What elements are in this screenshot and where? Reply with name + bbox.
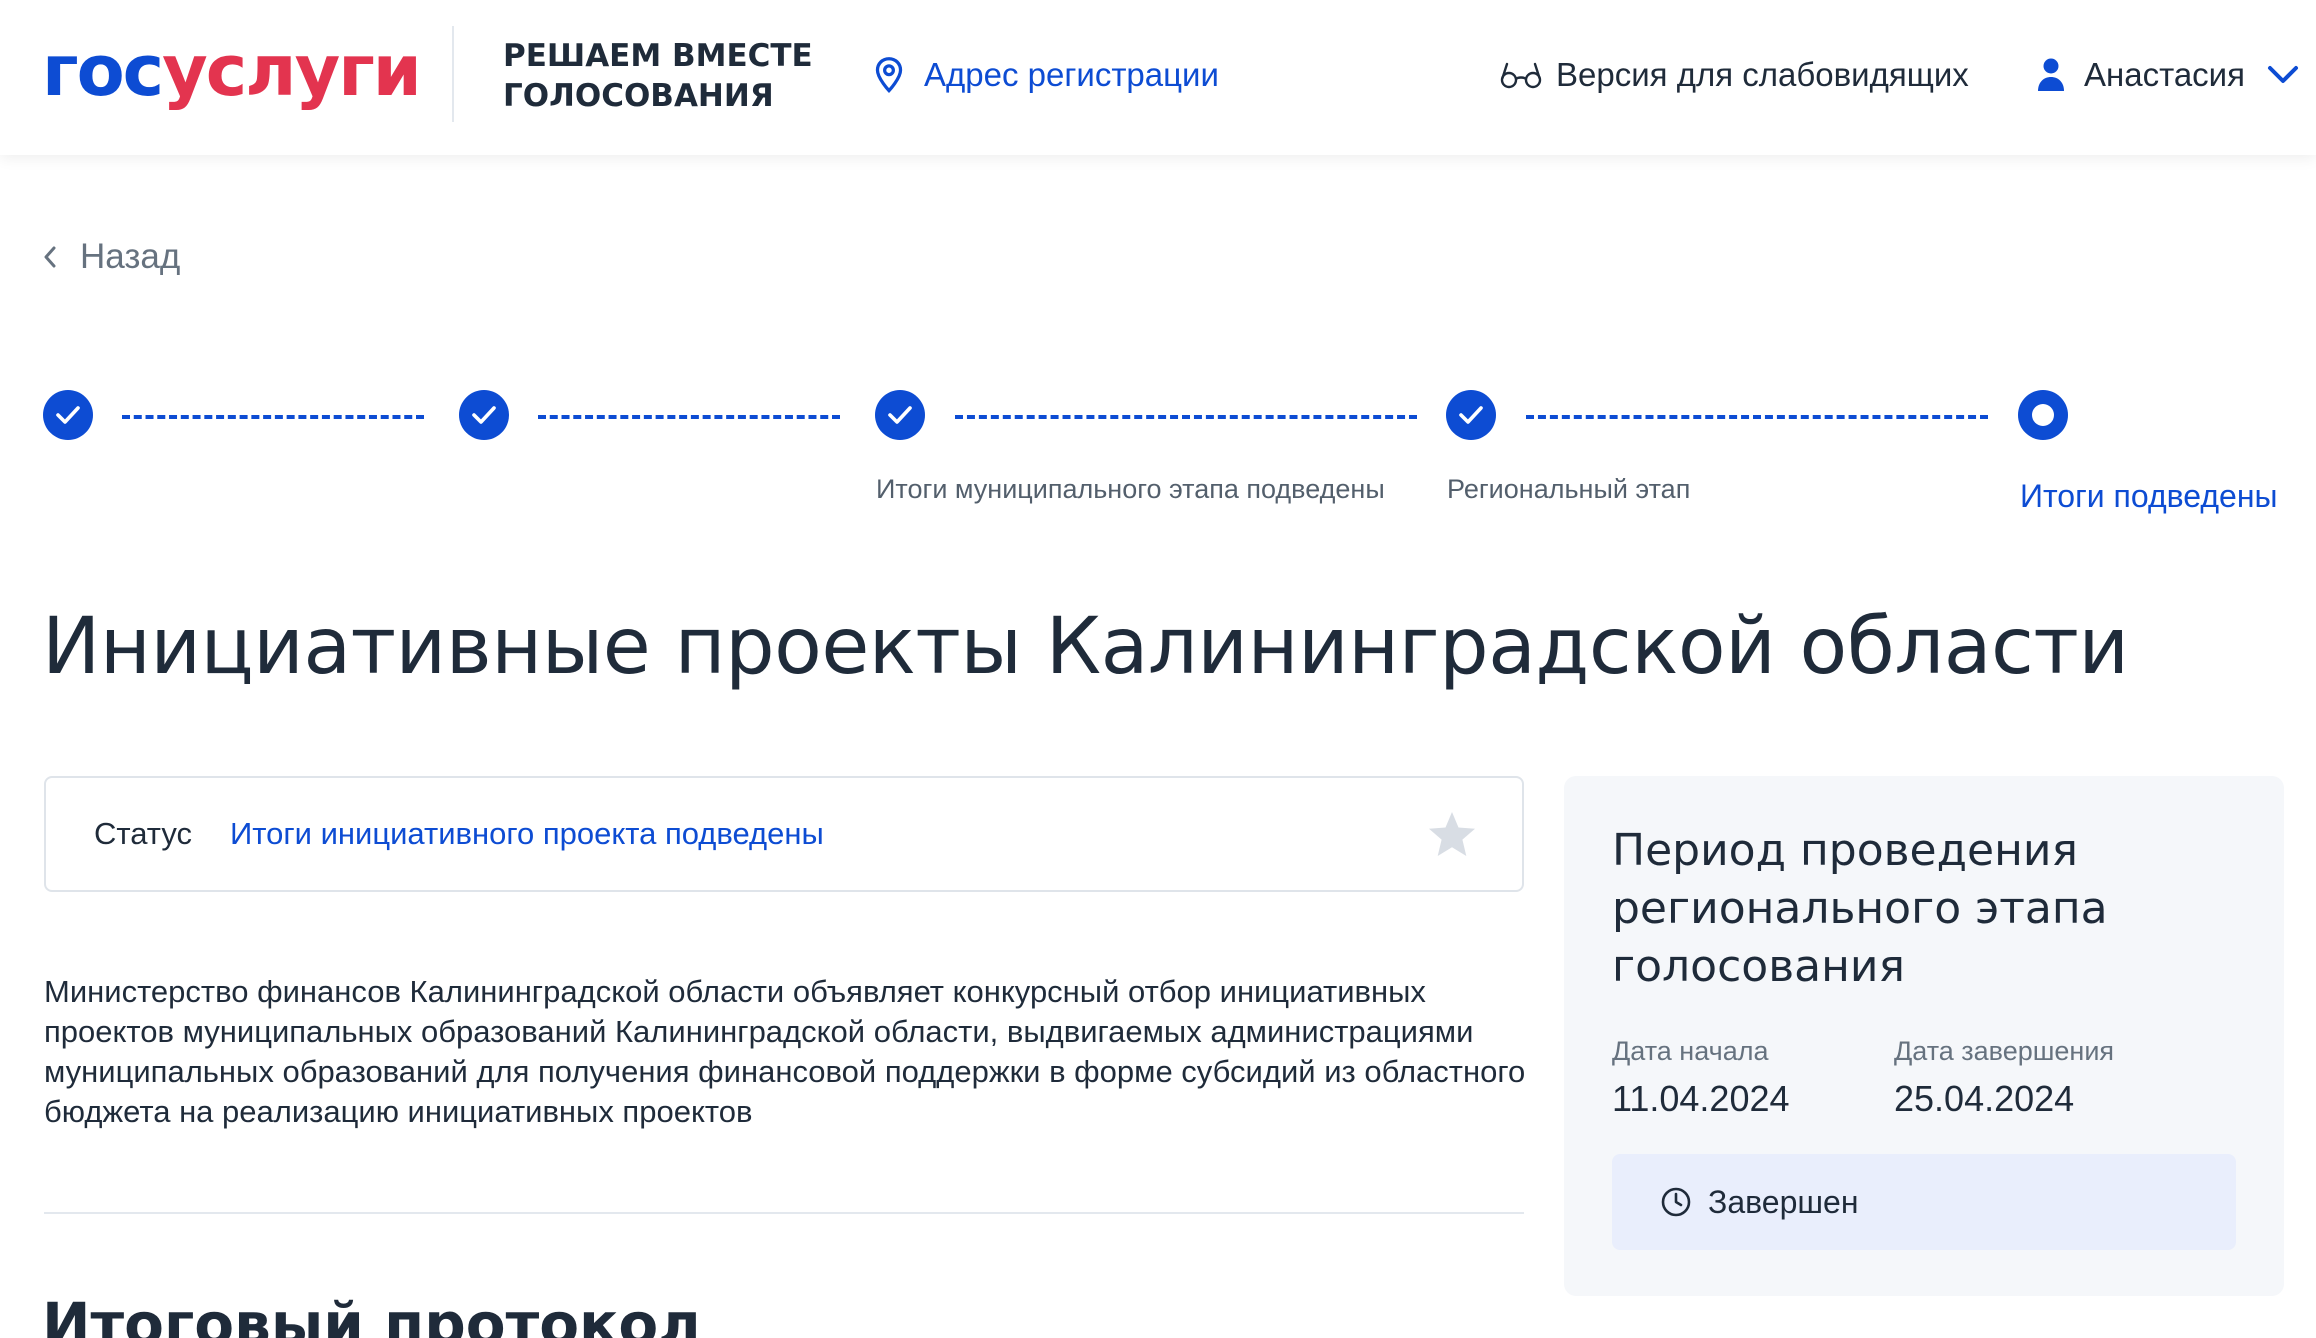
tagline-line-2: ГОЛОСОВАНИЯ (503, 78, 774, 114)
check-icon (472, 406, 496, 424)
back-link[interactable]: Назад (42, 232, 180, 282)
registration-address-label: Адрес регистрации (924, 56, 1219, 93)
start-date-label: Дата начала (1612, 1036, 1769, 1066)
tagline-line-1: РЕШАЕМ ВМЕСТЕ (503, 38, 813, 74)
status-card: Статус Итоги инициативного проекта подве… (44, 776, 1524, 892)
low-vision-label: Версия для слабовидящих (1556, 56, 1969, 93)
section-divider (44, 1212, 1524, 1214)
step-3-label: Итоги муниципального этапа подведены (876, 474, 1385, 504)
user-name: Анастасия (2084, 56, 2245, 93)
header-divider (452, 26, 454, 122)
clock-icon (1661, 1187, 1691, 1217)
step-1-done (43, 390, 93, 440)
check-icon (56, 406, 80, 424)
step-connector-4 (1526, 415, 1988, 419)
end-date-block: Дата завершения 25.04.2024 (1894, 1034, 2114, 1120)
final-protocol-heading: Итоговый протокол (42, 1290, 701, 1338)
logo-part-gos: гос (42, 30, 164, 112)
chevron-down-icon (2268, 66, 2298, 83)
gosuslugi-logo[interactable]: госуслуги (42, 26, 422, 116)
step-2-done (459, 390, 509, 440)
voting-period-card: Период проведения регионального этапа го… (1564, 776, 2284, 1296)
check-icon (888, 406, 912, 424)
start-date-block: Дата начала 11.04.2024 (1612, 1034, 1790, 1120)
star-icon[interactable] (1426, 810, 1478, 860)
start-date-value: 11.04.2024 (1612, 1078, 1790, 1119)
step-connector-1 (122, 415, 424, 419)
step-4-done (1446, 390, 1496, 440)
check-icon (1459, 406, 1483, 424)
location-pin-icon (875, 57, 903, 93)
status-value: Итоги инициативного проекта подведены (230, 816, 824, 851)
user-menu[interactable]: Анастасия (2036, 50, 2299, 100)
step-5-current (2018, 390, 2068, 440)
site-header: госуслуги РЕШАЕМ ВМЕСТЕ ГОЛОСОВАНИЯ Адре… (0, 0, 2316, 155)
back-label: Назад (80, 237, 181, 276)
period-title: Период проведения регионального этапа го… (1612, 825, 2108, 992)
voting-state-text: Завершен (1708, 1183, 1859, 1220)
step-3-done (875, 390, 925, 440)
glasses-icon (1500, 62, 1542, 89)
chevron-left-icon (44, 246, 56, 268)
end-date-label: Дата завершения (1894, 1036, 2115, 1066)
step-5-label: Итоги подведены (2020, 478, 2278, 514)
low-vision-version-link[interactable]: Версия для слабовидящих (1500, 50, 1969, 100)
registration-address-link[interactable]: Адрес регистрации (872, 50, 1219, 100)
end-date-value: 25.04.2024 (1894, 1078, 2075, 1119)
step-connector-3 (955, 415, 1417, 419)
project-description: Министерство финансов Калининградской об… (44, 974, 1526, 1129)
status-label: Статус (94, 816, 192, 851)
page-title: Инициативные проекты Калининградской обл… (42, 602, 2129, 692)
service-tagline: РЕШАЕМ ВМЕСТЕ ГОЛОСОВАНИЯ (503, 36, 823, 116)
progress-stepper: Итоги муниципального этапа подведены Рег… (0, 390, 2316, 530)
voting-state-badge: Завершен (1612, 1154, 2236, 1250)
user-icon (2038, 58, 2064, 91)
step-connector-2 (538, 415, 840, 419)
logo-part-uslugi: услуги (162, 30, 422, 112)
page: госуслуги РЕШАЕМ ВМЕСТЕ ГОЛОСОВАНИЯ Адре… (0, 0, 2316, 1338)
step-4-label: Региональный этап (1447, 474, 1691, 504)
